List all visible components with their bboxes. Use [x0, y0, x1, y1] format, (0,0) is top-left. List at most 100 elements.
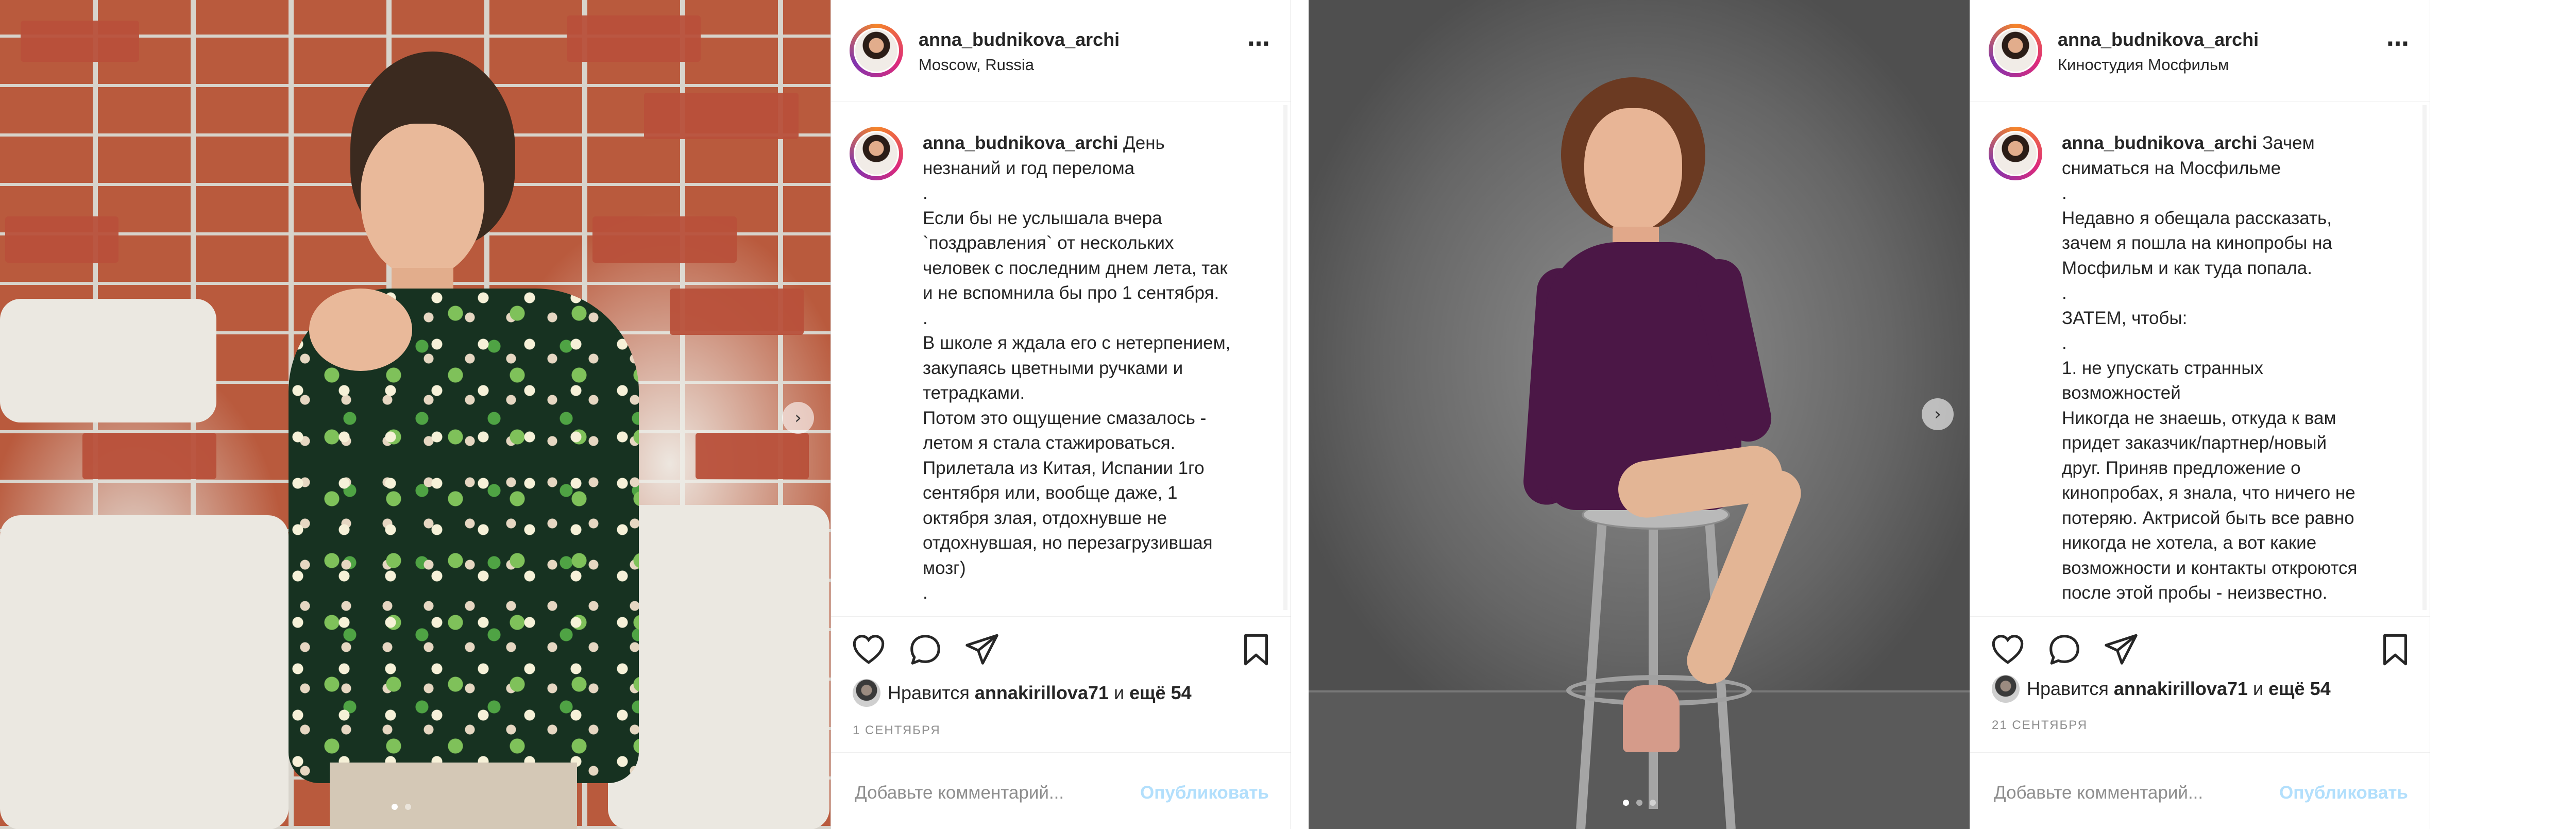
caption-line: октября злая, отдохнувше не	[923, 507, 1167, 528]
brick	[644, 93, 799, 139]
caption-line: зачем я пошла на кинопробы на	[2062, 233, 2332, 253]
caption-line: .	[923, 183, 928, 203]
caption-line: мозг)	[923, 557, 966, 578]
heart-icon[interactable]	[851, 632, 887, 668]
caption-line: летом я стала стажироваться.	[923, 433, 1176, 453]
caption-scrollbar[interactable]	[2422, 105, 2427, 610]
caption-line: и не вспомнила бы про 1 сентября.	[923, 283, 1219, 303]
post-2-photo[interactable]: ›	[1309, 0, 1970, 829]
carousel-next-button[interactable]: ›	[782, 402, 814, 434]
carousel-next-button[interactable]: ›	[1922, 398, 1954, 430]
caption-line: возможности и контакты откроются	[2062, 557, 2358, 578]
plaster-patch	[0, 515, 289, 829]
caption-username[interactable]: anna_budnikova_archi	[2062, 133, 2257, 153]
comment-icon[interactable]	[2046, 632, 2082, 668]
caption-line: .	[923, 308, 928, 328]
carousel-dot	[1650, 800, 1656, 806]
caption-avatar[interactable]	[850, 127, 903, 180]
publish-button[interactable]: Опубликовать	[2279, 783, 2408, 803]
post-date[interactable]: 1 СЕНТЯБРЯ	[853, 723, 941, 738]
caption-line: Потом это ощущение смазалось -	[923, 408, 1207, 428]
post-1-photo[interactable]: ›	[0, 0, 831, 829]
likes-summary[interactable]: Нравится annakirillova71 и ещё 54	[853, 679, 1192, 707]
likes-more[interactable]: ещё 54	[2268, 678, 2330, 700]
avatar[interactable]	[1989, 24, 2042, 77]
likes-user[interactable]: annakirillova71	[975, 682, 1109, 704]
caption-username[interactable]: anna_budnikova_archi	[923, 133, 1118, 153]
carousel-dots	[392, 804, 411, 810]
comment-form: Добавьте комментарий... Опубликовать	[1970, 752, 2430, 829]
carousel-dot-active	[392, 804, 398, 810]
brick	[696, 433, 809, 479]
avatar[interactable]	[850, 24, 903, 77]
caption-line: Никогда не знаешь, откуда к вам	[2062, 408, 2336, 428]
caption-avatar[interactable]	[1989, 127, 2042, 180]
caption-line: придет заказчик/партнер/новый	[2062, 433, 2327, 453]
caption-line: кинопробах, я знала, что ничего не	[2062, 483, 2355, 503]
plaster-patch	[608, 505, 829, 829]
post-date[interactable]: 21 СЕНТЯБРЯ	[1992, 718, 2088, 733]
plaster-patch	[0, 299, 216, 422]
liker-avatar	[853, 679, 880, 707]
caption-line: В школе я ждала его с нетерпением,	[923, 333, 1231, 353]
post-location[interactable]: Moscow, Russia	[919, 56, 1034, 74]
caption-line: Зачем	[2262, 133, 2315, 153]
caption-line: потеряю. Актрисой быть все равно	[2062, 507, 2354, 528]
likes-mid: и	[1114, 682, 1125, 703]
caption-line: сниматься на Мосфильме	[2062, 158, 2281, 178]
caption-line: .	[2062, 333, 2067, 353]
caption-line: друг. Приняв предложение о	[2062, 458, 2301, 478]
comment-icon[interactable]	[907, 632, 943, 668]
caption-line: после этой пробы - неизвестно.	[2062, 583, 2328, 603]
caption-line: закупаясь цветными ручками и	[923, 358, 1183, 378]
comment-input[interactable]: Добавьте комментарий...	[1994, 783, 2203, 803]
send-icon[interactable]	[964, 632, 1000, 668]
caption-line: тетрадками.	[923, 383, 1025, 403]
publish-button[interactable]: Опубликовать	[1140, 783, 1269, 803]
person-pants	[330, 763, 577, 829]
post-username[interactable]: anna_budnikova_archi	[919, 29, 1120, 50]
caption-line: возможностей	[2062, 383, 2181, 403]
action-bar	[831, 623, 1291, 675]
more-options-icon[interactable]: ⋯	[1247, 31, 1271, 57]
brick	[5, 216, 118, 263]
comment-form: Добавьте комментарий... Опубликовать	[831, 752, 1291, 829]
brick	[670, 289, 804, 335]
brick	[567, 15, 701, 62]
caption-text: anna_budnikova_archi Зачем сниматься на …	[2062, 131, 2392, 606]
brick	[21, 21, 139, 62]
person-face	[1584, 108, 1682, 232]
likes-mid: и	[2253, 678, 2264, 699]
liker-avatar	[1992, 675, 2020, 703]
send-icon[interactable]	[2103, 632, 2139, 668]
carousel-dot-active	[1623, 800, 1629, 806]
caption-scrollbar[interactable]	[1283, 105, 1287, 610]
caption-line: Если бы не услышала вчера	[923, 208, 1162, 228]
caption-line: ЗАТЕМ, чтобы:	[2062, 308, 2188, 328]
post-location[interactable]: Киностудия Мосфильм	[2058, 56, 2229, 74]
bookmark-icon[interactable]	[1238, 632, 1274, 668]
post-username[interactable]: anna_budnikova_archi	[2058, 29, 2259, 50]
heart-icon[interactable]	[1990, 632, 2026, 668]
likes-more[interactable]: ещё 54	[1129, 682, 1191, 704]
caption-area: anna_budnikova_archi Зачем сниматься на …	[1970, 101, 2430, 617]
likes-summary[interactable]: Нравится annakirillova71 и ещё 54	[1992, 675, 2331, 703]
stool-leg	[1649, 520, 1658, 809]
action-bar	[1970, 623, 2430, 675]
likes-prefix: Нравится	[888, 682, 970, 703]
more-options-icon[interactable]: ⋯	[2386, 31, 2410, 57]
likes-user[interactable]: annakirillova71	[2114, 678, 2248, 700]
caption-line: Недавно я обещала рассказать,	[2062, 208, 2332, 228]
post-1-sidebar: anna_budnikova_archi Moscow, Russia ⋯ an…	[831, 0, 1291, 829]
caption-line: никогда не хотела, а вот какие	[2062, 533, 2317, 553]
chevron-right-icon: ›	[1934, 404, 1941, 425]
caption-line: отдохнувшая, но перезагрузившая	[923, 533, 1213, 553]
likes-prefix: Нравится	[2027, 678, 2109, 699]
comment-input[interactable]: Добавьте комментарий...	[855, 783, 1064, 803]
person-hand	[309, 289, 412, 371]
carousel-dot	[1636, 800, 1642, 806]
chevron-right-icon: ›	[794, 408, 802, 428]
bookmark-icon[interactable]	[2377, 632, 2413, 668]
caption-area: anna_budnikova_archi День незнаний и год…	[831, 101, 1291, 617]
carousel-dots	[1623, 800, 1656, 806]
